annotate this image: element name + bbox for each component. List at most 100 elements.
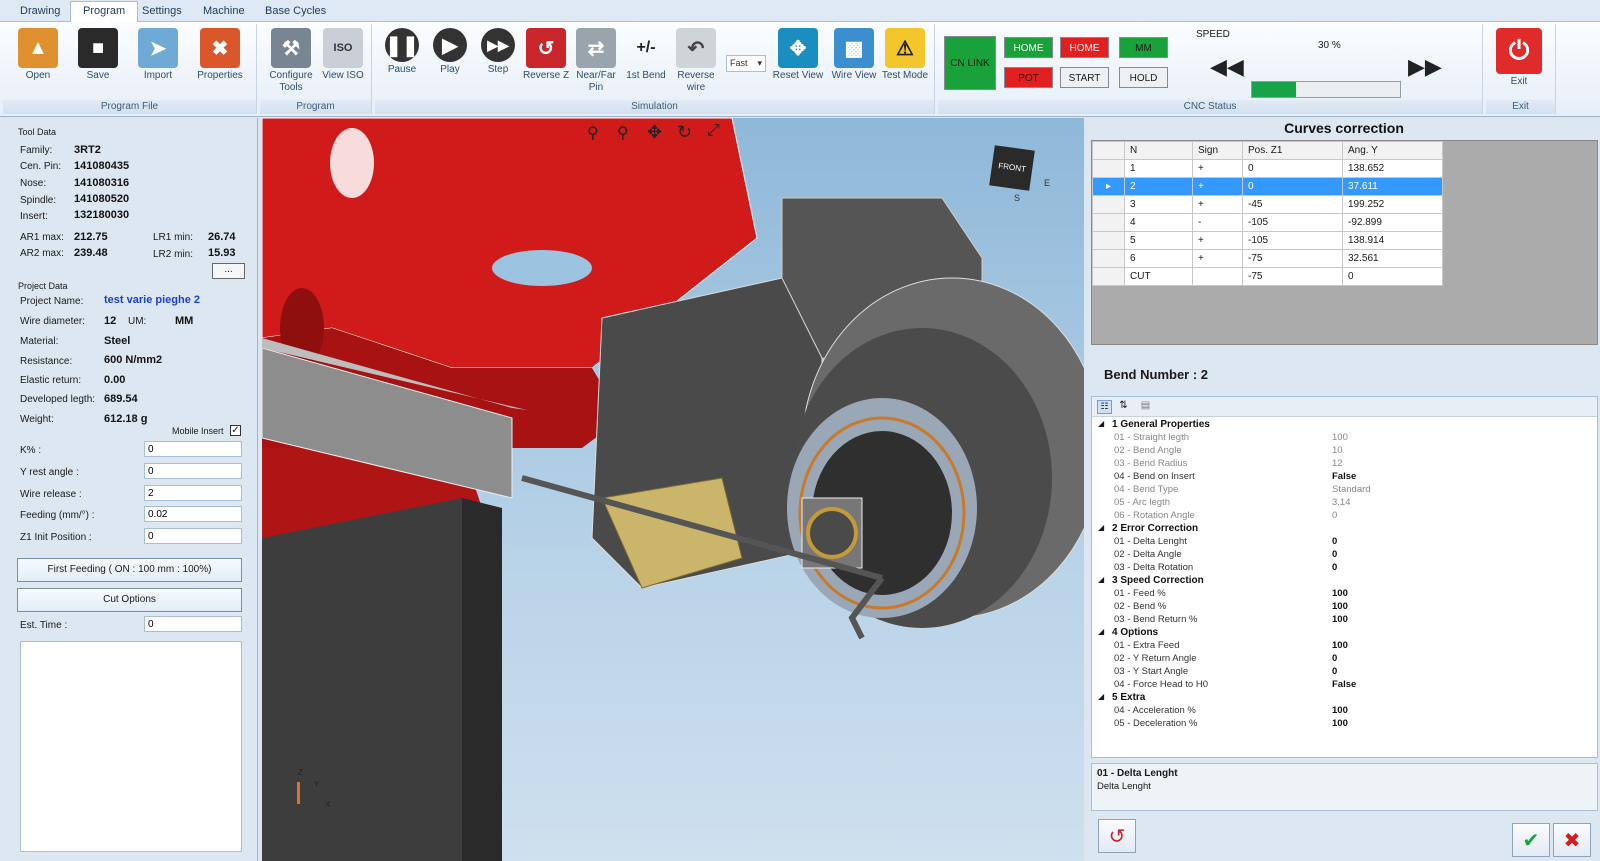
test-mode-button[interactable]: ⚠ Test Mode <box>880 26 930 98</box>
property-pages-icon[interactable]: ▤ <box>1138 400 1153 414</box>
ar1-value: 212.75 <box>74 231 108 243</box>
group-exit: ⏻ Exit Exit <box>1486 24 1556 114</box>
project-name-value: test varie pieghe 2 <box>104 294 200 306</box>
spindle-value: 141080520 <box>74 193 130 205</box>
properties-button[interactable]: ✖ Properties <box>195 26 245 98</box>
tool-more-button[interactable]: ... <box>212 263 245 279</box>
prop-category-general[interactable]: 1 General Properties <box>1112 419 1210 430</box>
ar2-value: 239.48 <box>74 247 108 259</box>
reset-view-button[interactable]: ✥ Reset View <box>770 26 826 98</box>
tab-settings[interactable]: Settings <box>130 2 194 22</box>
axis-y-label: Y <box>314 780 320 789</box>
open-button[interactable]: ▲ Open <box>13 26 63 98</box>
fit-all-icon[interactable]: ⤢ <box>707 122 729 144</box>
power-icon: ⏻ <box>1496 28 1542 74</box>
notes-area[interactable] <box>20 641 242 852</box>
insert-value: 132180030 <box>74 209 130 221</box>
table-row[interactable]: 3 + -45 199.252 <box>1092 195 1443 214</box>
play-icon: ▶ <box>433 28 467 62</box>
wire-release-input[interactable] <box>144 485 242 501</box>
wire-view-button[interactable]: ▩ Wire View <box>829 26 879 98</box>
collapse-icon[interactable]: ◢ <box>1098 419 1104 428</box>
view-iso-button[interactable]: ISO View ISO <box>318 26 368 98</box>
table-row[interactable]: 4- -105 -92.899 <box>1092 213 1443 232</box>
speed-increase-icon[interactable]: ▶▶ <box>1408 54 1442 84</box>
import-icon: ➤ <box>138 28 178 68</box>
group-program: ⚒ Configure Tools ISO View ISO Program <box>260 24 372 114</box>
row-pointer-icon: ▸ <box>1092 177 1125 196</box>
prop-category-extra[interactable]: 5 Extra <box>1112 692 1145 703</box>
tab-base-cycles[interactable]: Base Cycles <box>253 2 338 22</box>
property-toolbar: ☷ ⇅ ▤ <box>1092 397 1597 417</box>
pause-button[interactable]: ❚❚ Pause <box>377 26 427 98</box>
right-panel: Curves correction N Sign Pos. Z1 Ang. Y … <box>1088 118 1600 861</box>
folder-icon: ▲ <box>18 28 58 68</box>
sort-alpha-icon[interactable]: ⇅ <box>1116 400 1131 414</box>
zoom-window-icon[interactable]: ⚲ <box>587 123 609 145</box>
z1-init-position-input[interactable] <box>144 528 242 544</box>
speed-decrease-icon[interactable]: ◀◀ <box>1210 54 1244 84</box>
y-rest-angle-input[interactable] <box>144 463 242 479</box>
zoom-icon[interactable]: ⚲ <box>617 123 639 145</box>
cut-options-button[interactable]: Cut Options <box>17 588 242 612</box>
exit-button[interactable]: ⏻ Exit <box>1494 26 1544 98</box>
reverse-bend-button[interactable]: ↺ <box>1098 819 1136 853</box>
confirm-button[interactable]: ✔ <box>1512 823 1550 857</box>
collapse-icon[interactable]: ◢ <box>1098 575 1104 584</box>
tab-program[interactable]: Program <box>70 1 139 23</box>
play-button[interactable]: ▶ Play <box>425 26 475 98</box>
reset-view-icon: ✥ <box>778 28 818 68</box>
import-button[interactable]: ➤ Import <box>133 26 183 98</box>
table-row[interactable]: 1 +0 138.652 <box>1092 159 1443 178</box>
machine-model <box>262 118 1084 861</box>
table-row-selected[interactable]: ▸ 2 +0 37.611 <box>1092 177 1443 196</box>
table-row[interactable]: 5 + -105 138.914 <box>1092 231 1443 250</box>
hold-button[interactable]: HOLD <box>1119 67 1168 88</box>
pan-icon[interactable]: ✥ <box>647 122 669 144</box>
configure-tools-button[interactable]: ⚒ Configure Tools <box>266 26 316 98</box>
collapse-icon[interactable]: ◢ <box>1098 692 1104 701</box>
cancel-button[interactable]: ✖ <box>1553 823 1591 857</box>
table-row[interactable]: 6 + -75 32.561 <box>1092 249 1443 268</box>
prop-category-error[interactable]: 2 Error Correction <box>1112 523 1198 534</box>
reverse-wire-button[interactable]: ↶ Reverse wire <box>671 26 721 98</box>
first-bend-button[interactable]: +/- 1st Bend <box>621 26 671 98</box>
first-bend-icon: +/- <box>636 39 656 56</box>
categorized-icon[interactable]: ☷ <box>1097 400 1112 414</box>
3d-viewport[interactable]: ⚲ ⚲ ✥ ↻ ⤢ FRONT S E Z Y X <box>262 118 1084 861</box>
prop-category-speed[interactable]: 3 Speed Correction <box>1112 575 1204 586</box>
step-button[interactable]: ▶▶ Step <box>473 26 523 98</box>
tab-machine[interactable]: Machine <box>191 2 257 22</box>
est-time-input[interactable] <box>144 616 242 632</box>
collapse-icon[interactable]: ◢ <box>1098 523 1104 532</box>
prop-category-options[interactable]: 4 Options <box>1112 627 1158 638</box>
reverse-z-button[interactable]: ↺ Reverse Z <box>521 26 571 98</box>
start-button[interactable]: START <box>1060 67 1109 88</box>
view-cube[interactable]: FRONT <box>989 145 1035 191</box>
tool-data-title: Tool Data <box>18 127 57 137</box>
weight-value: 612.18 g <box>104 413 148 425</box>
step-icon: ▶▶ <box>481 28 515 62</box>
rotate-icon[interactable]: ↻ <box>677 122 699 144</box>
first-feeding-button[interactable]: First Feeding ( ON : 100 mm : 100%) <box>17 558 242 582</box>
elastic-return-value: 0.00 <box>104 374 126 386</box>
table-row[interactable]: CUT -75 0 <box>1092 267 1443 286</box>
speed-slider[interactable] <box>1251 81 1401 98</box>
property-grid[interactable]: ☷ ⇅ ▤ ◢ 1 General Properties 01 - Straig… <box>1091 396 1598 758</box>
mobile-insert-checkbox[interactable]: ✓ <box>230 425 241 436</box>
k-percent-input[interactable] <box>144 441 242 457</box>
near-far-pin-button[interactable]: ⇄ Near/Far Pin <box>571 26 621 98</box>
curves-table[interactable]: N Sign Pos. Z1 Ang. Y 1 +0 138.652 ▸ 2 +0 37.… <box>1091 140 1598 345</box>
collapse-icon[interactable]: ◢ <box>1098 627 1104 636</box>
chevron-down-icon: ▾ <box>757 58 762 68</box>
speed-value: 30 % <box>1318 40 1341 51</box>
axis-triad-icon <box>297 782 300 804</box>
speed-label: SPEED <box>1196 29 1230 40</box>
feeding-input[interactable] <box>144 506 242 522</box>
family-value: 3RT2 <box>74 144 101 156</box>
save-button[interactable]: ■ Save <box>73 26 123 98</box>
lr1-value: 26.74 <box>208 231 236 243</box>
axis-x-label: X <box>325 800 331 809</box>
speed-select[interactable]: Fast ▾ <box>726 55 766 72</box>
tab-drawing[interactable]: Drawing <box>8 2 72 22</box>
